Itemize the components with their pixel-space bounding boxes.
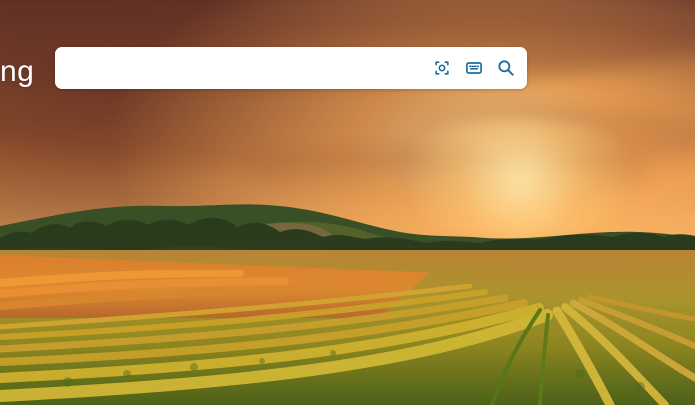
browser-homepage: ng (0, 0, 695, 405)
keyboard-icon[interactable] (463, 57, 485, 79)
search-icon[interactable] (495, 57, 517, 79)
brand-logo-fragment: ng (0, 55, 35, 88)
search-actions (431, 47, 527, 89)
vineyard-rows (0, 270, 695, 405)
visual-search-icon[interactable] (431, 57, 453, 79)
search-input[interactable] (55, 47, 431, 89)
search-box[interactable] (55, 47, 527, 89)
